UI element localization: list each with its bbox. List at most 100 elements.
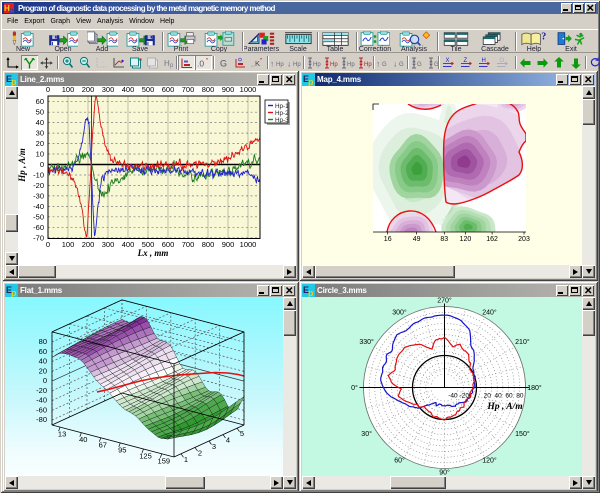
svg-text:-20: -20 (33, 181, 44, 190)
svg-text:90°: 90° (439, 469, 450, 477)
svg-text:0: 0 (46, 86, 50, 94)
svg-text:″: ″ (206, 57, 209, 64)
svg-text:20: 20 (39, 366, 47, 375)
svg-text:Hp-1: Hp-1 (275, 103, 289, 110)
svg-text:-60: -60 (36, 405, 47, 414)
svg-text:600: 600 (162, 86, 175, 94)
svg-text:900: 900 (222, 86, 235, 94)
svg-text:300: 300 (102, 86, 115, 94)
svg-text:400: 400 (122, 240, 135, 249)
svg-text:20: 20 (484, 393, 492, 400)
svg-text:p: p (308, 77, 314, 86)
svg-text:Hp: Hp (313, 62, 321, 68)
svg-text:↓: ↓ (393, 59, 397, 68)
svg-text:p: p (170, 63, 174, 69)
svg-text:500: 500 (142, 86, 155, 94)
svg-text:↑: ↑ (270, 59, 274, 68)
svg-text:80: 80 (39, 337, 47, 346)
svg-text:Hp-2: Hp-2 (275, 110, 289, 117)
svg-text:13: 13 (58, 430, 66, 439)
svg-text:-60: -60 (33, 223, 44, 232)
svg-text:0°: 0° (351, 384, 358, 392)
svg-text:800: 800 (202, 240, 215, 249)
svg-text:50: 50 (36, 108, 44, 117)
svg-text:0: 0 (40, 160, 44, 169)
svg-text:200: 200 (82, 240, 95, 249)
svg-text:120: 120 (460, 236, 472, 243)
svg-text:-50: -50 (33, 212, 44, 221)
svg-text:800: 800 (202, 86, 215, 94)
svg-text:↓: ↓ (287, 59, 291, 68)
svg-text:40: 40 (36, 118, 44, 127)
svg-text:1000: 1000 (240, 86, 257, 94)
svg-text:-30: -30 (33, 191, 44, 200)
svg-text:4: 4 (226, 436, 230, 445)
svg-text:159: 159 (158, 456, 171, 465)
svg-text:49: 49 (413, 236, 421, 243)
svg-text:Hp , A/m: Hp , A/m (486, 402, 522, 412)
svg-text:Hp: Hp (276, 62, 284, 68)
svg-text:.0: .0 (197, 58, 204, 68)
svg-text:3: 3 (212, 442, 216, 451)
svg-text:60: 60 (39, 347, 47, 356)
svg-text:67: 67 (99, 440, 107, 449)
svg-text:-70: -70 (33, 233, 44, 242)
svg-text:-20: -20 (460, 393, 470, 400)
svg-text:20: 20 (36, 139, 44, 148)
svg-text:p: p (11, 77, 17, 86)
svg-text:-10: -10 (33, 171, 44, 180)
svg-text:Lx , mm: Lx , mm (137, 248, 169, 258)
svg-text:83: 83 (440, 236, 448, 243)
svg-text:↑: ↑ (376, 59, 380, 68)
svg-text:60: 60 (505, 393, 513, 400)
svg-text:G: G (382, 62, 387, 68)
svg-text:-40: -40 (448, 393, 458, 400)
svg-text:Hp: Hp (293, 62, 301, 68)
svg-text:-40: -40 (33, 202, 44, 211)
svg-text:10: 10 (36, 150, 44, 159)
svg-text:240°: 240° (482, 309, 497, 317)
svg-text:1: 1 (184, 455, 188, 464)
svg-text:95: 95 (118, 445, 126, 454)
svg-text:5: 5 (240, 429, 244, 438)
svg-text:Hp , A/m: Hp , A/m (18, 148, 27, 182)
svg-text:200: 200 (82, 86, 95, 94)
svg-text:270°: 270° (437, 297, 452, 305)
svg-text:300: 300 (102, 240, 115, 249)
svg-text:150°: 150° (515, 430, 530, 438)
svg-text:G: G (417, 62, 422, 68)
svg-text:700: 700 (182, 86, 195, 94)
svg-text:Hp: Hp (364, 62, 372, 68)
svg-text:203: 203 (518, 236, 530, 243)
svg-text:p: p (11, 288, 17, 297)
svg-text:0: 0 (43, 376, 47, 385)
svg-text:40: 40 (39, 357, 47, 366)
svg-text:120°: 120° (482, 456, 497, 464)
svg-text:0: 0 (46, 240, 50, 249)
svg-text:p: p (308, 288, 314, 297)
svg-text:210°: 210° (515, 338, 530, 346)
svg-text:?: ? (541, 31, 546, 42)
svg-text:Hp: Hp (330, 62, 338, 68)
svg-text:1000: 1000 (240, 240, 257, 249)
svg-text:G: G (399, 62, 404, 68)
svg-text:900: 900 (222, 240, 235, 249)
svg-text:400: 400 (122, 86, 135, 94)
svg-text:700: 700 (182, 240, 195, 249)
svg-text:330°: 330° (359, 338, 374, 346)
svg-text:″: ″ (260, 57, 263, 64)
svg-text:2: 2 (198, 448, 202, 457)
svg-text:p: p (9, 6, 14, 13)
svg-text:40: 40 (79, 435, 87, 444)
svg-text:100: 100 (62, 240, 75, 249)
svg-text:125: 125 (139, 452, 152, 461)
svg-text:-80: -80 (36, 415, 47, 424)
svg-text:180°: 180° (527, 384, 542, 392)
svg-text:60: 60 (36, 97, 44, 106)
svg-text:Hp: Hp (347, 62, 355, 68)
svg-text:80: 80 (516, 393, 524, 400)
svg-text:100: 100 (62, 86, 75, 94)
svg-text:-20: -20 (36, 386, 47, 395)
svg-text:40: 40 (494, 393, 502, 400)
svg-text:30°: 30° (361, 430, 372, 438)
